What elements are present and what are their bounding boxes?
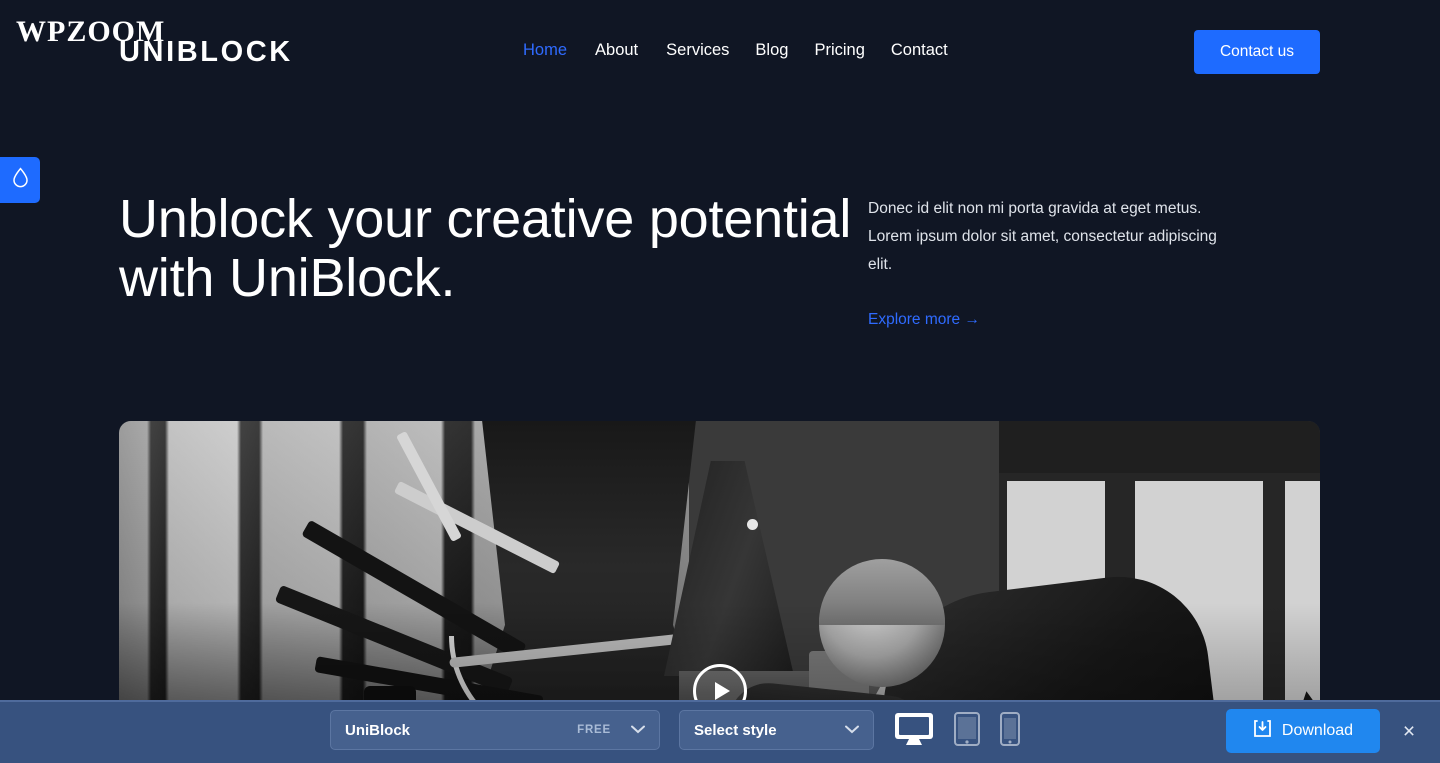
- explore-more-link[interactable]: Explore more →: [868, 311, 980, 329]
- main-navigation: Home About Services Blog Pricing Contact: [523, 41, 948, 60]
- theme-select[interactable]: UniBlock FREE: [330, 710, 660, 750]
- hero-description: Donec id elit non mi porta gravida at eg…: [868, 200, 1217, 274]
- nav-item-services[interactable]: Services: [666, 41, 755, 60]
- free-badge: FREE: [577, 724, 611, 736]
- tablet-icon[interactable]: [954, 712, 980, 751]
- theme-select-value: UniBlock: [345, 721, 411, 739]
- style-select-value: Select style: [694, 721, 777, 739]
- style-select[interactable]: Select style: [679, 710, 874, 750]
- landing-page-preview: UNIBLOCK Home About Services Blog Pricin…: [0, 0, 1440, 763]
- contact-us-button[interactable]: Contact us: [1194, 30, 1320, 74]
- device-preview-switcher: [894, 712, 1020, 751]
- mobile-icon[interactable]: [1000, 712, 1020, 751]
- site-header: UNIBLOCK Home About Services Blog Pricin…: [0, 0, 1440, 104]
- theme-color-tab[interactable]: [0, 157, 40, 203]
- hero-title: Unblock your creative potential with Uni…: [119, 189, 852, 308]
- nav-item-home[interactable]: Home: [523, 41, 595, 60]
- chevron-down-icon: [845, 721, 859, 739]
- nav-item-pricing[interactable]: Pricing: [814, 41, 890, 60]
- nav-item-about[interactable]: About: [595, 41, 666, 60]
- download-icon: [1253, 719, 1272, 743]
- desktop-icon[interactable]: [894, 712, 934, 751]
- close-toolbar-button[interactable]: ×: [1396, 718, 1422, 744]
- chevron-down-icon: [631, 721, 645, 739]
- download-button[interactable]: Download: [1226, 709, 1380, 753]
- play-icon: [714, 682, 730, 700]
- nav-item-contact[interactable]: Contact: [891, 41, 948, 60]
- download-button-label: Download: [1281, 722, 1354, 739]
- wpzoom-brand[interactable]: WPZOOM: [16, 15, 165, 49]
- water-drop-icon: [12, 167, 29, 193]
- nav-item-blog[interactable]: Blog: [755, 41, 814, 60]
